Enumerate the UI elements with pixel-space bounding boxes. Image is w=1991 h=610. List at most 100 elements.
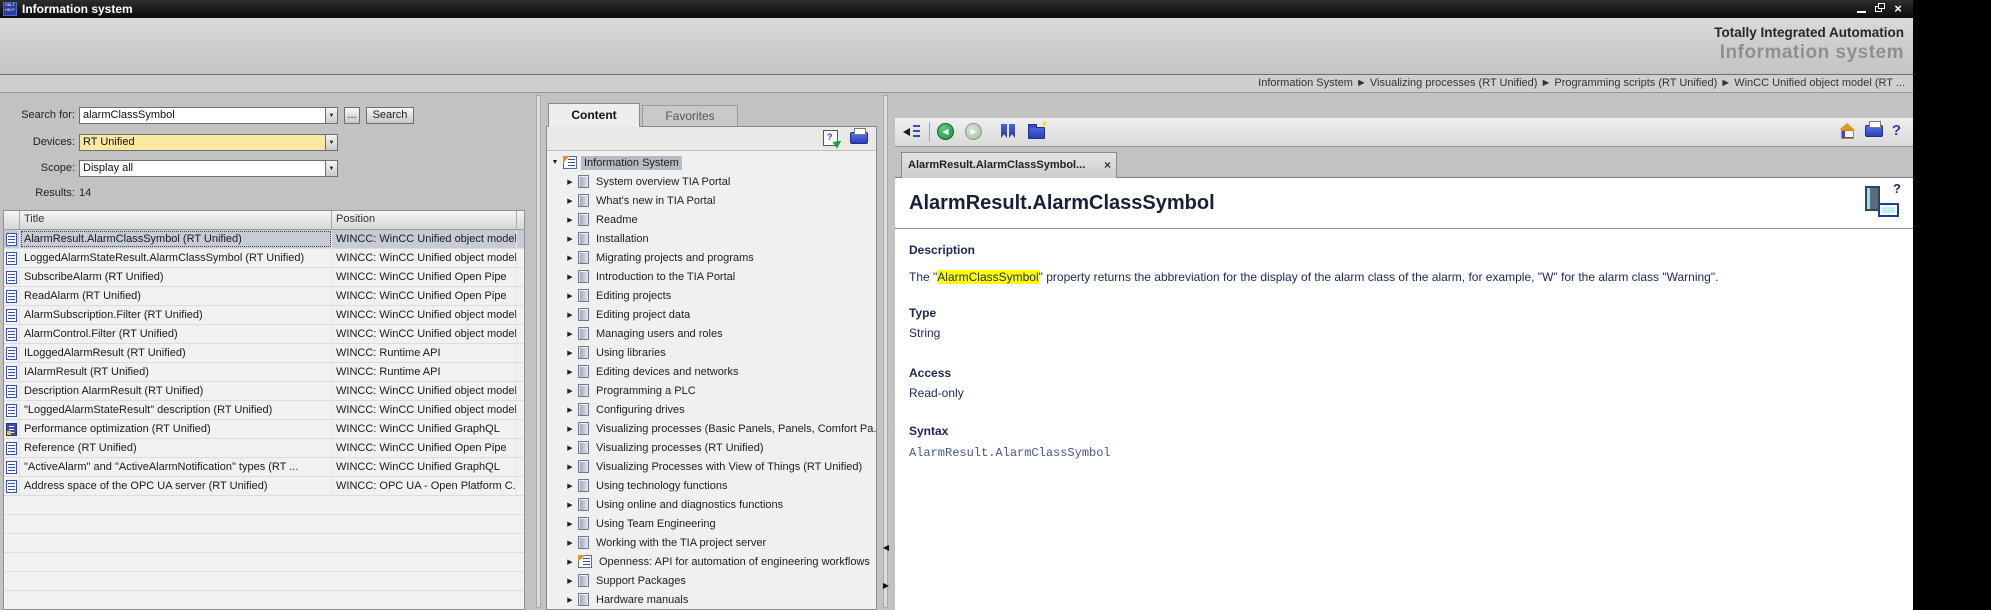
tab-content[interactable]: Content — [548, 103, 640, 127]
search-result-row[interactable]: Description AlarmResult (RT Unified) WIN… — [4, 382, 524, 401]
tree-expander-icon[interactable]: ▶ — [564, 520, 576, 528]
help-icon[interactable]: ? — [1892, 122, 1901, 139]
tree-item[interactable]: ▶ Editing project data — [547, 305, 876, 324]
tree-item[interactable]: ▶ Using technology functions — [547, 476, 876, 495]
tree-item[interactable]: ▼ Information System — [547, 153, 876, 172]
tree-expander-icon[interactable]: ▶ — [564, 387, 576, 395]
tree-item[interactable]: ▶ Visualizing processes (Basic Panels, P… — [547, 419, 876, 438]
tree-item[interactable]: ▶ Programming a PLC — [547, 381, 876, 400]
search-result-row[interactable]: Address space of the OPC UA server (RT U… — [4, 477, 524, 496]
tree-item[interactable]: ▶ Support Packages — [547, 571, 876, 590]
tree-expander-icon[interactable]: ▶ — [564, 577, 576, 585]
tree-expander-icon[interactable]: ▶ — [564, 406, 576, 414]
search-result-row[interactable]: Performance optimization (RT Unified) WI… — [4, 420, 524, 439]
tree-item-label: Managing users and roles — [593, 327, 726, 341]
tree-expander-icon[interactable]: ▶ — [564, 273, 576, 281]
tree-expander-icon[interactable]: ▶ — [564, 216, 576, 224]
print-icon[interactable] — [850, 132, 868, 144]
tree-item[interactable]: ▶ Readme — [547, 210, 876, 229]
tree-expander-icon[interactable]: ▼ — [549, 159, 561, 166]
breadcrumb[interactable]: Information System ► Visualizing process… — [1258, 75, 1905, 92]
position-column-header[interactable]: Position — [332, 211, 517, 229]
left-splitter[interactable] — [531, 93, 546, 610]
tree-expander-icon[interactable]: ▶ — [564, 330, 576, 338]
scope-select[interactable]: Display all — [79, 160, 326, 177]
tree-item[interactable]: ▶ Working with the TIA project server — [547, 533, 876, 552]
tree-item[interactable]: ▶ What's new in TIA Portal — [547, 191, 876, 210]
splitter-collapse-left-icon[interactable]: ◀ — [877, 543, 895, 552]
print-topic-icon[interactable] — [1865, 125, 1883, 137]
devices-select[interactable]: RT Unified — [79, 134, 326, 151]
tree-item[interactable]: ▶ Using online and diagnostics functions — [547, 495, 876, 514]
tree-item[interactable]: ▶ Installation — [547, 229, 876, 248]
contents-pane-toggle-icon[interactable] — [903, 124, 921, 140]
tree-item[interactable]: ▶ Configuring drives — [547, 400, 876, 419]
search-result-row[interactable]: SubscribeAlarm (RT Unified) WINCC: WinCC… — [4, 268, 524, 287]
scope-dropdown-icon[interactable]: ▼ — [325, 160, 338, 177]
home-icon[interactable] — [1839, 123, 1855, 138]
tab-favorites[interactable]: Favorites — [642, 105, 738, 127]
tree-expander-icon[interactable]: ▶ — [564, 501, 576, 509]
tree-item[interactable]: ▶ Hardware manuals — [547, 590, 876, 609]
tree-expander-icon[interactable]: ▶ — [564, 596, 576, 604]
search-dropdown-icon[interactable]: ▼ — [325, 107, 338, 124]
search-input[interactable]: alarmClassSymbol — [79, 107, 326, 124]
new-folder-star-icon[interactable] — [1028, 127, 1045, 139]
browse-button[interactable]: ... — [344, 107, 360, 124]
icon-column-header[interactable] — [4, 211, 20, 229]
search-result-row[interactable]: AlarmResult.AlarmClassSymbol (RT Unified… — [4, 230, 524, 249]
tree-item[interactable]: ▶ Introduction to the TIA Portal — [547, 267, 876, 286]
search-result-row[interactable]: "ActiveAlarm" and "ActiveAlarmNotificati… — [4, 458, 524, 477]
minimize-button[interactable] — [1855, 2, 1869, 16]
search-result-row[interactable]: AlarmControl.Filter (RT Unified) WINCC: … — [4, 325, 524, 344]
search-result-row[interactable]: AlarmSubscription.Filter (RT Unified) WI… — [4, 306, 524, 325]
search-result-row[interactable]: LoggedAlarmStateResult.AlarmClassSymbol … — [4, 249, 524, 268]
forward-icon[interactable]: ▶ — [965, 123, 982, 140]
tree-expander-icon[interactable]: ▶ — [564, 425, 576, 433]
back-icon[interactable]: ◀ — [937, 123, 954, 140]
tree-item-icon — [578, 194, 589, 207]
tree-expander-icon[interactable]: ▶ — [564, 254, 576, 262]
tree-expander-icon[interactable]: ▶ — [564, 311, 576, 319]
tree-expander-icon[interactable]: ▶ — [564, 482, 576, 490]
splitter-collapse-right-icon[interactable]: ▶ — [877, 581, 895, 590]
tree-expander-icon[interactable]: ▶ — [564, 558, 576, 566]
tree-item[interactable]: ▶ Visualizing Processes with View of Thi… — [547, 457, 876, 476]
devices-dropdown-icon[interactable]: ▼ — [325, 134, 338, 151]
right-splitter[interactable]: ◀ ▶ — [877, 93, 895, 610]
topic-tab[interactable]: AlarmResult.AlarmClassSymbol... × — [901, 152, 1117, 178]
search-result-row[interactable]: ReadAlarm (RT Unified) WINCC: WinCC Unif… — [4, 287, 524, 306]
tree-expander-icon[interactable]: ▶ — [564, 349, 576, 357]
tree-expander-icon[interactable]: ▶ — [564, 368, 576, 376]
tree-expander-icon[interactable]: ▶ — [564, 235, 576, 243]
tree-item[interactable]: ▶ System overview TIA Portal — [547, 172, 876, 191]
search-result-row[interactable]: Reference (RT Unified) WINCC: WinCC Unif… — [4, 439, 524, 458]
topic-tools-icon[interactable]: ? — [1865, 182, 1901, 224]
search-result-row[interactable]: "LoggedAlarmStateResult" description (RT… — [4, 401, 524, 420]
title-column-header[interactable]: Title — [20, 211, 332, 229]
search-result-row[interactable]: IAlarmResult (RT Unified) WINCC: Runtime… — [4, 363, 524, 382]
tree-expander-icon[interactable]: ▶ — [564, 178, 576, 186]
tree-item[interactable]: ▶ Openness: API for automation of engine… — [547, 552, 876, 571]
tree-expander-icon[interactable]: ▶ — [564, 539, 576, 547]
restore-button[interactable] — [1873, 2, 1887, 16]
tree-item[interactable]: ▶ Editing devices and networks — [547, 362, 876, 381]
tree-expander-icon[interactable]: ▶ — [564, 463, 576, 471]
tree-item[interactable]: ▶ Migrating projects and programs — [547, 248, 876, 267]
tree-item[interactable]: ▶ Managing users and roles — [547, 324, 876, 343]
search-result-row[interactable]: ILoggedAlarmResult (RT Unified) WINCC: R… — [4, 344, 524, 363]
search-button[interactable]: Search — [366, 107, 414, 124]
tab-close-icon[interactable]: × — [1104, 153, 1111, 177]
tree-item[interactable]: ▶ Visualizing processes (RT Unified) — [547, 438, 876, 457]
result-extra-cell — [517, 268, 524, 286]
devices-label: Devices: — [0, 134, 75, 151]
tree-item[interactable]: ▶ Using libraries — [547, 343, 876, 362]
tree-expander-icon[interactable]: ▶ — [564, 292, 576, 300]
bookmarks-icon[interactable] — [1001, 124, 1015, 138]
tree-expander-icon[interactable]: ▶ — [564, 444, 576, 452]
close-button[interactable]: × — [1891, 2, 1905, 16]
locate-topic-icon[interactable] — [823, 130, 838, 146]
tree-item[interactable]: ▶ Using Team Engineering — [547, 514, 876, 533]
tree-item[interactable]: ▶ Editing projects — [547, 286, 876, 305]
tree-expander-icon[interactable]: ▶ — [564, 197, 576, 205]
